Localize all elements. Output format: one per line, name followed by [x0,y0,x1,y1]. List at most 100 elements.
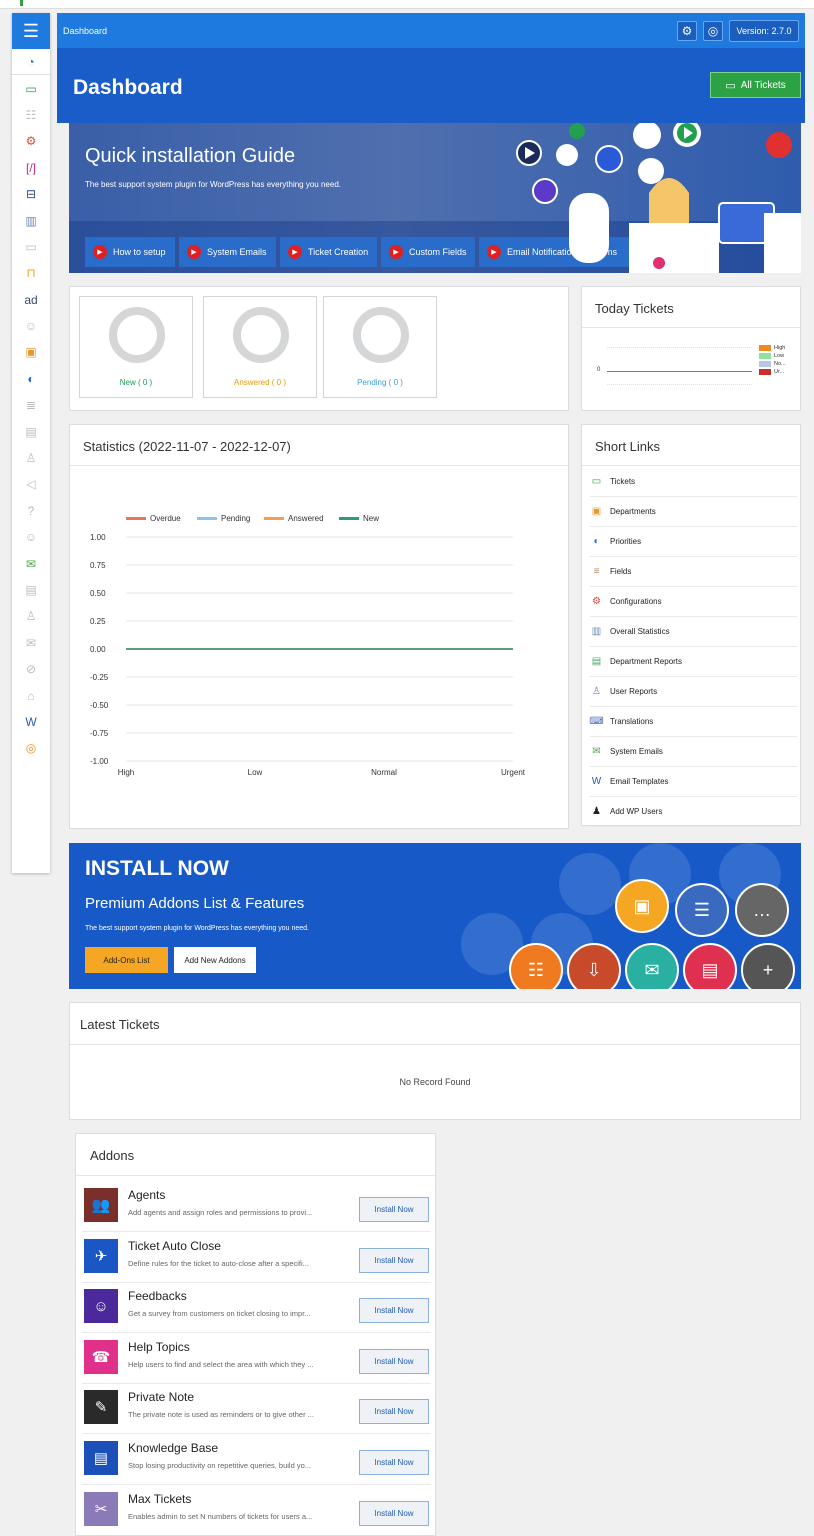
short-link-translations[interactable]: ⌨ Translations [589,707,797,737]
legend-swatch [264,517,284,520]
no-record-message: No Record Found [399,1077,471,1087]
user-icon: ♙ [592,686,601,697]
stat-pending[interactable]: Pending ( 0 ) [323,296,437,398]
addon-title: Knowledge Base [128,1441,219,1455]
short-link-tickets[interactable]: ▭ Tickets [590,467,797,497]
short-link-department-reports[interactable]: ▤ Department Reports [590,647,797,677]
short-link-departments[interactable]: ▣ Departments [590,497,797,527]
short-link-label: Departments [610,507,656,516]
ad-icon[interactable]: ad [12,287,50,313]
user-icon[interactable]: ♙ [12,445,50,471]
install-now-button[interactable]: Install Now [359,1399,429,1425]
note-icon: ✎ [84,1390,118,1425]
install-now-button[interactable]: Install Now [359,1197,429,1222]
stat-label: Pending ( 0 ) [357,378,403,387]
install-now-button[interactable]: Install Now [359,1500,429,1526]
install-now-button[interactable]: Install Now [359,1247,429,1273]
install-now-button[interactable]: Install Now [359,1450,429,1475]
stat-answered[interactable]: Answered ( 0 ) [203,296,317,398]
agents-icon[interactable]: ☷ [12,102,50,128]
video-button-system-emails[interactable]: ▶ System Emails [179,237,276,267]
fields-icon[interactable]: ≣ [12,392,50,418]
video-button-label: System Emails [207,247,267,257]
priority-icon[interactable]: ◐ [12,366,50,392]
short-link-label: System Emails [610,747,663,756]
short-link-label: Add WP Users [610,807,663,816]
document-icon[interactable]: ▤ [12,577,50,603]
help-icon[interactable]: ? [12,498,50,524]
all-tickets-button[interactable]: ▭ All Tickets [710,72,801,98]
smile-icon[interactable]: ☺ [12,313,50,339]
latest-tickets-card: Latest Tickets No Record Found [69,1002,801,1120]
breadcrumb[interactable]: Dashboard [63,26,677,36]
legend-label: High [774,345,786,351]
dashboard-icon[interactable]: ◔ [12,49,50,76]
ticket-list-icon[interactable]: ▭ [12,234,50,260]
menu-icon[interactable]: ☰ [12,13,50,49]
video-button-ticket-creation[interactable]: ▶ Ticket Creation [280,237,377,267]
y-tick-label: -1.00 [90,757,109,766]
legend-label: Low [774,353,785,359]
video-button-custom-fields[interactable]: ▶ Custom Fields [381,237,475,267]
install-now-button[interactable]: Install Now [359,1348,429,1374]
add-new-addons-button[interactable]: Add New Addons [174,947,256,973]
ticket-icon: ▭ [725,79,736,92]
short-link-overall-statistics[interactable]: ▥ Overall Statistics [590,617,797,647]
addon-description: The private note is used as reminders or… [128,1410,314,1420]
form-icon[interactable]: ⊟ [12,181,50,207]
statistics-card: Statistics (2022-11-07 - 2022-12-07) 1.0… [69,424,569,829]
install-desc: The best support system plugin for WordP… [85,925,309,932]
short-link-system-emails[interactable]: ✉ System Emails [590,737,797,767]
legend-swatch [759,361,771,367]
template-icon[interactable]: W [12,709,50,735]
short-link-label: Fields [610,567,632,576]
department-icon[interactable]: ▣ [12,339,50,365]
video-button-how-to-setup[interactable]: ▶ How to setup [85,237,175,267]
gear-icon[interactable]: ⚙ [12,128,50,154]
stat-new[interactable]: New ( 0 ) [79,296,193,398]
addons-list-button[interactable]: Add-Ons List [85,947,168,973]
addon-row-max-tickets: ✂ Max Tickets Enables admin to set N numbe… [82,1486,431,1535]
gear-icon: ⚙ [592,596,601,607]
ban-icon[interactable]: ⊘ [12,656,50,682]
addon-title: Private Note [128,1390,195,1405]
report-icon: ▤ [591,656,602,667]
short-link-add-wp-users[interactable]: ♟ Add WP Users [590,797,797,827]
divider [70,465,568,466]
install-now-button[interactable]: Install Now [359,1298,429,1324]
legend-item: No... [759,360,786,368]
statistics-line-chart: 1.00 0.75 0.50 0.25 0.00 -0.25 -0.50 -0.75 -1.00… [90,514,526,777]
addon-row-help-topics: ☎ Help Topics Help users to find and selec… [82,1334,431,1384]
addon-email-icon: ✉ [625,943,679,989]
short-link-user-reports[interactable]: ♙ User Reports [590,677,797,707]
chart-icon[interactable]: ▥ [12,207,50,233]
template-icon: W [591,776,602,787]
short-link-fields[interactable]: ≡ Fields [590,557,797,587]
short-link-email-templates[interactable]: W Email Templates [590,767,797,797]
ticket-icon[interactable]: ▭ [12,75,50,101]
lock-icon[interactable]: ⊓ [12,260,50,286]
help-lifebuoy-icon[interactable]: ◎ [703,20,723,41]
sound-icon[interactable]: ◁ [12,471,50,497]
code-icon[interactable]: [/] [12,155,50,181]
short-link-label: Priorities [610,537,642,546]
settings-gear-icon[interactable]: ⚙ [677,20,697,41]
divider [76,1175,435,1176]
short-link-priorities[interactable]: ◐ Priorities [590,527,797,557]
short-link-label: Configurations [610,597,662,606]
x-tick-label: High [118,768,134,777]
support-icon[interactable]: ☺ [12,524,50,550]
email-icon[interactable]: ✉ [12,550,50,576]
ticket-icon: ▭ [591,476,602,487]
note-icon[interactable]: ▤ [12,418,50,444]
add-user-icon[interactable]: ♙ [12,603,50,629]
addon-row-ticket-auto-close: ✈ Ticket Auto Close Define rules for the t… [82,1233,431,1283]
all-tickets-label: All Tickets [740,79,786,91]
addon-description: Help users to find and select the area w… [128,1359,314,1369]
short-link-configurations[interactable]: ⚙ Configurations [590,587,797,617]
today-axis-zero: 0 [597,367,601,373]
inbox-icon[interactable]: ⌂ [12,682,50,708]
mail-icon[interactable]: ✉ [12,630,50,656]
y-tick-label: 1.00 [90,533,106,542]
lifebuoy-icon[interactable]: ◎ [12,735,50,761]
